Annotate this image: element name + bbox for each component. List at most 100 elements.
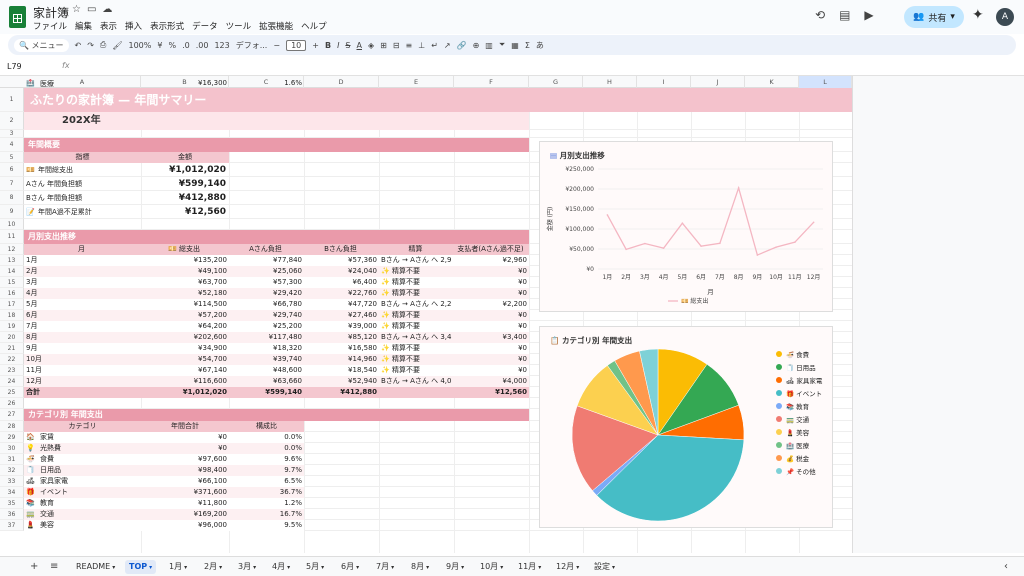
column-header[interactable]: F xyxy=(454,76,529,88)
sheet-tab[interactable]: 4月 ▾ xyxy=(268,560,294,574)
fill-color-icon[interactable]: ◈ xyxy=(368,41,374,50)
zoom-select[interactable]: 100% xyxy=(128,41,151,50)
row-header[interactable]: 16 xyxy=(0,288,24,299)
row-header[interactable]: 32 xyxy=(0,465,24,476)
chevron-down-icon[interactable]: ▾ xyxy=(612,564,615,571)
sheets-logo-icon[interactable] xyxy=(9,6,26,28)
move-folder-icon[interactable]: ▭ xyxy=(87,4,102,15)
row-header[interactable]: 22 xyxy=(0,354,24,365)
row-header[interactable]: 6 xyxy=(0,163,24,177)
sheet-tab[interactable]: 11月 ▾ xyxy=(514,560,545,574)
sheet-tab[interactable]: 2月 ▾ xyxy=(200,560,226,574)
history-icon[interactable]: ⟲ xyxy=(815,8,825,22)
percent-format-button[interactable]: % xyxy=(168,41,176,50)
filter-icon[interactable]: ⏷ xyxy=(499,40,505,50)
row-header[interactable]: 33 xyxy=(0,476,24,487)
sheet-tab[interactable]: 5月 ▾ xyxy=(302,560,328,574)
add-sheet-icon[interactable]: + xyxy=(30,561,38,572)
row-header[interactable]: 35 xyxy=(0,498,24,509)
input-tools-icon[interactable]: あ xyxy=(536,40,544,51)
chevron-down-icon[interactable]: ▾ xyxy=(112,564,115,571)
borders-icon[interactable]: ⊞ xyxy=(380,41,387,50)
row-header[interactable]: 25 xyxy=(0,387,24,398)
row-header[interactable]: 12 xyxy=(0,244,24,255)
menu-data[interactable]: データ xyxy=(192,20,218,32)
comment-icon[interactable]: ▤ xyxy=(839,8,850,22)
row-header[interactable]: 18 xyxy=(0,310,24,321)
sheet-tab[interactable]: 8月 ▾ xyxy=(407,560,433,574)
row-header[interactable]: 13 xyxy=(0,255,24,266)
column-header[interactable]: L xyxy=(799,76,852,88)
chevron-down-icon[interactable]: ▾ xyxy=(149,564,152,571)
chevron-down-icon[interactable]: ▾ xyxy=(950,12,955,22)
all-sheets-icon[interactable]: ≡ xyxy=(50,561,58,572)
menu-tools[interactable]: ツール xyxy=(226,20,252,32)
align-horizontal-icon[interactable]: ≡ xyxy=(406,41,413,50)
row-header[interactable]: 23 xyxy=(0,365,24,376)
increase-decimal-button[interactable]: .00 xyxy=(196,41,209,50)
sheet-tab[interactable]: 7月 ▾ xyxy=(372,560,398,574)
sheet-tab[interactable]: 9月 ▾ xyxy=(442,560,468,574)
chevron-down-icon[interactable]: ▾ xyxy=(500,564,503,571)
font-size-input[interactable]: 10 xyxy=(286,39,307,51)
text-rotate-icon[interactable]: ↗ xyxy=(444,41,451,50)
number-format-button[interactable]: 123 xyxy=(214,41,229,50)
row-header[interactable]: 7 xyxy=(0,177,24,191)
sheet-tab[interactable]: 1月 ▾ xyxy=(165,560,191,574)
column-header[interactable]: E xyxy=(379,76,454,88)
sheet-tab[interactable]: TOP ▾ xyxy=(125,560,157,574)
italic-icon[interactable]: I xyxy=(337,41,339,50)
functions-icon[interactable]: Σ xyxy=(525,41,530,50)
row-header[interactable]: 26 xyxy=(0,398,24,409)
menu-format[interactable]: 表示形式 xyxy=(150,20,184,32)
text-wrap-icon[interactable]: ↵ xyxy=(431,41,438,50)
document-title[interactable]: 家計簿 xyxy=(33,4,69,21)
column-header[interactable]: I xyxy=(637,76,691,88)
sheet-tab[interactable]: README ▾ xyxy=(72,560,119,574)
menu-help[interactable]: ヘルプ xyxy=(301,20,327,32)
row-header[interactable]: 1 xyxy=(0,88,24,112)
chevron-down-icon[interactable]: ▾ xyxy=(356,564,359,571)
row-header[interactable]: 4 xyxy=(0,138,24,152)
row-header[interactable]: 14 xyxy=(0,266,24,277)
row-header[interactable]: 37 xyxy=(0,520,24,531)
row-header[interactable]: 8 xyxy=(0,191,24,205)
font-select[interactable]: デフォ... xyxy=(236,40,268,51)
font-size-decrease-button[interactable]: − xyxy=(273,41,280,50)
row-header[interactable]: 21 xyxy=(0,343,24,354)
chevron-down-icon[interactable]: ▾ xyxy=(184,564,187,571)
undo-icon[interactable]: ↶ xyxy=(75,41,82,50)
row-header[interactable]: 9 xyxy=(0,205,24,219)
align-vertical-icon[interactable]: ⊥ xyxy=(418,41,425,50)
cloud-status-icon[interactable]: ☁ xyxy=(102,4,118,15)
scroll-tabs-icon[interactable]: ‹ xyxy=(1004,561,1008,572)
column-header[interactable]: H xyxy=(583,76,637,88)
search-menus[interactable]: 🔍 メニュー xyxy=(14,38,69,52)
insert-chart-icon[interactable]: ▥ xyxy=(485,41,493,50)
row-header[interactable]: 27 xyxy=(0,409,24,421)
pie-chart[interactable]: 📋 カテゴリ別 年間支出 🍜 食費 🧻 日用品 🛋 家具家電 🎁 イベント 📚 教育 🚃 … xyxy=(539,326,833,528)
bold-icon[interactable]: B xyxy=(325,41,331,50)
menu-extensions[interactable]: 拡張機能 xyxy=(259,20,293,32)
insert-comment-icon[interactable]: ⊕ xyxy=(473,41,480,50)
row-header[interactable]: 29 xyxy=(0,432,24,443)
strikethrough-icon[interactable]: S xyxy=(345,41,350,50)
menu-insert[interactable]: 挿入 xyxy=(125,20,142,32)
row-header[interactable]: 36 xyxy=(0,509,24,520)
currency-format-button[interactable]: ¥ xyxy=(157,41,162,50)
row-header[interactable]: 10 xyxy=(0,219,24,230)
text-color-icon[interactable]: A xyxy=(357,41,362,50)
row-header[interactable]: 3 xyxy=(0,130,24,138)
column-header[interactable]: K xyxy=(745,76,799,88)
chevron-down-icon[interactable]: ▾ xyxy=(219,564,222,571)
gemini-icon[interactable]: ✦ xyxy=(972,7,984,23)
share-button[interactable]: 👥 共有 ▾ xyxy=(904,6,964,28)
chevron-down-icon[interactable]: ▾ xyxy=(576,564,579,571)
chevron-down-icon[interactable]: ▾ xyxy=(321,564,324,571)
sheet-tab[interactable]: 10月 ▾ xyxy=(476,560,507,574)
decrease-decimal-button[interactable]: .0 xyxy=(182,41,190,50)
chevron-down-icon[interactable]: ▾ xyxy=(426,564,429,571)
column-header[interactable]: G xyxy=(529,76,583,88)
name-box[interactable]: L79 xyxy=(7,62,22,71)
spreadsheet-grid[interactable]: ABCDEFGHIJKL 1 2 3 4 5 6 7 8 9 10 11 12 13 14 15 16 17 18… xyxy=(0,76,852,553)
